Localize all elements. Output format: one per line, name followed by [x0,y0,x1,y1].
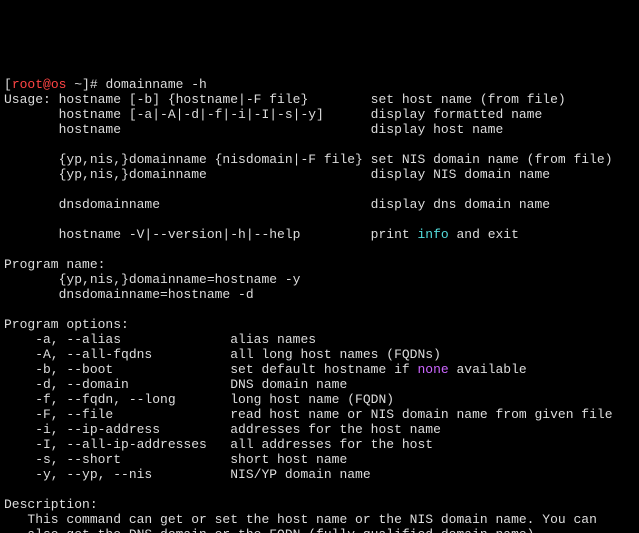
program-name-lines: {yp,nis,}domainname=hostname -y dnsdomai… [4,272,300,302]
options-lines: -a, --alias alias names -A, --all-fqdns … [4,332,613,482]
keyword-none: none [417,362,448,377]
usage-lines: hostname [-b] {hostname|-F file} set hos… [4,92,613,242]
program-options-label: Program options: [4,317,129,332]
prompt-bracket-open: [ [4,77,12,92]
prompt-bracket-close: ]# [82,77,98,92]
prompt-user-host: root@os [12,77,67,92]
prompt-path: ~ [66,77,82,92]
command-text: domainname -h [98,77,207,92]
terminal-output: [root@os ~]# domainname -h Usage: hostna… [0,75,639,533]
usage-label: Usage: [4,92,51,107]
prompt: [root@os ~]# [4,77,98,92]
program-name-label: Program name: [4,257,105,272]
description-label: Description: [4,497,98,512]
keyword-info: info [417,227,448,242]
description-lines: This command can get or set the host nam… [4,512,597,533]
